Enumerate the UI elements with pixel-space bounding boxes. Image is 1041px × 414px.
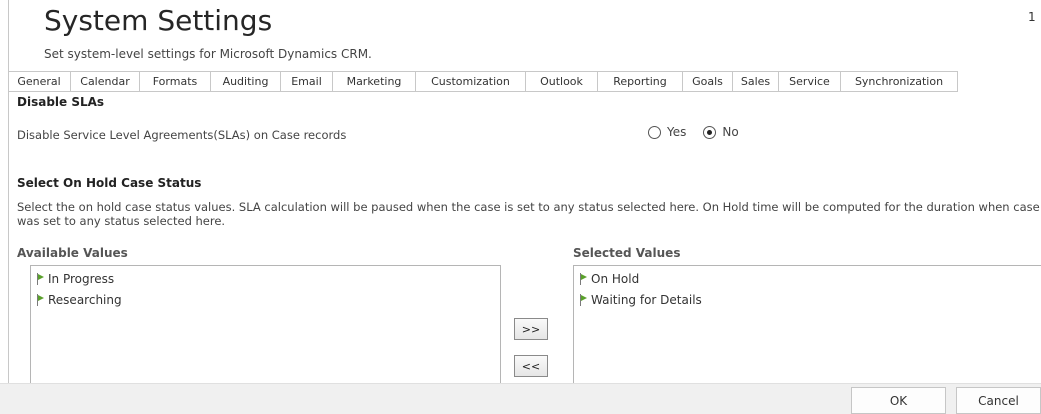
green-flag-icon [37,293,45,306]
tab-customization[interactable]: Customization [416,72,526,91]
available-values-heading: Available Values [17,246,128,260]
tab-general[interactable]: General [8,72,71,91]
selected-values-heading: Selected Values [573,246,681,260]
tab-outlook[interactable]: Outlook [526,72,598,91]
tab-auditing[interactable]: Auditing [211,72,281,91]
ok-button[interactable]: OK [851,387,946,414]
list-item[interactable]: Waiting for Details [574,289,1041,310]
disable-slas-yes-label[interactable]: Yes [667,125,686,139]
green-flag-icon [580,293,588,306]
tab-email[interactable]: Email [281,72,333,91]
disable-slas-radio-group: Yes No [648,125,756,139]
disable-slas-yes-radio[interactable] [648,125,661,139]
on-hold-description-line2: was set to any status selected here. [17,214,226,228]
list-item[interactable]: On Hold [574,268,1041,289]
disable-slas-question: Disable Service Level Agreements(SLAs) o… [17,128,347,142]
tab-sales[interactable]: Sales [733,72,779,91]
cancel-button[interactable]: Cancel [956,387,1041,414]
list-item-label: In Progress [48,271,115,286]
list-item[interactable]: Researching [31,289,500,310]
add-selected-button[interactable]: >> [514,318,548,340]
dialog-left-border [8,0,9,414]
page-subtitle: Set system-level settings for Microsoft … [44,47,372,61]
on-hold-description-line1: Select the on hold case status values. S… [17,200,1040,214]
green-flag-icon [580,272,588,285]
available-values-list[interactable]: In Progress Researching [30,265,501,390]
list-item[interactable]: In Progress [31,268,500,289]
list-item-label: On Hold [591,271,640,286]
corner-indicator: 1 [1028,10,1036,24]
green-flag-icon [37,272,45,285]
tab-calendar[interactable]: Calendar [71,72,140,91]
remove-selected-button[interactable]: << [514,355,548,377]
disable-slas-no-radio[interactable] [703,125,717,139]
on-hold-heading: Select On Hold Case Status [17,176,202,190]
tab-marketing[interactable]: Marketing [333,72,416,91]
tab-reporting[interactable]: Reporting [598,72,683,91]
list-item-label: Waiting for Details [591,292,702,307]
tab-service[interactable]: Service [779,72,841,91]
settings-tab-bar: General Calendar Formats Auditing Email … [8,71,958,92]
page-title: System Settings [44,4,273,37]
list-item-label: Researching [48,292,122,307]
tab-formats[interactable]: Formats [140,72,211,91]
disable-slas-heading: Disable SLAs [17,95,105,109]
selected-values-list[interactable]: On Hold Waiting for Details [573,265,1041,390]
tab-goals[interactable]: Goals [683,72,733,91]
tab-synchronization[interactable]: Synchronization [841,72,958,91]
disable-slas-no-label[interactable]: No [722,125,738,139]
